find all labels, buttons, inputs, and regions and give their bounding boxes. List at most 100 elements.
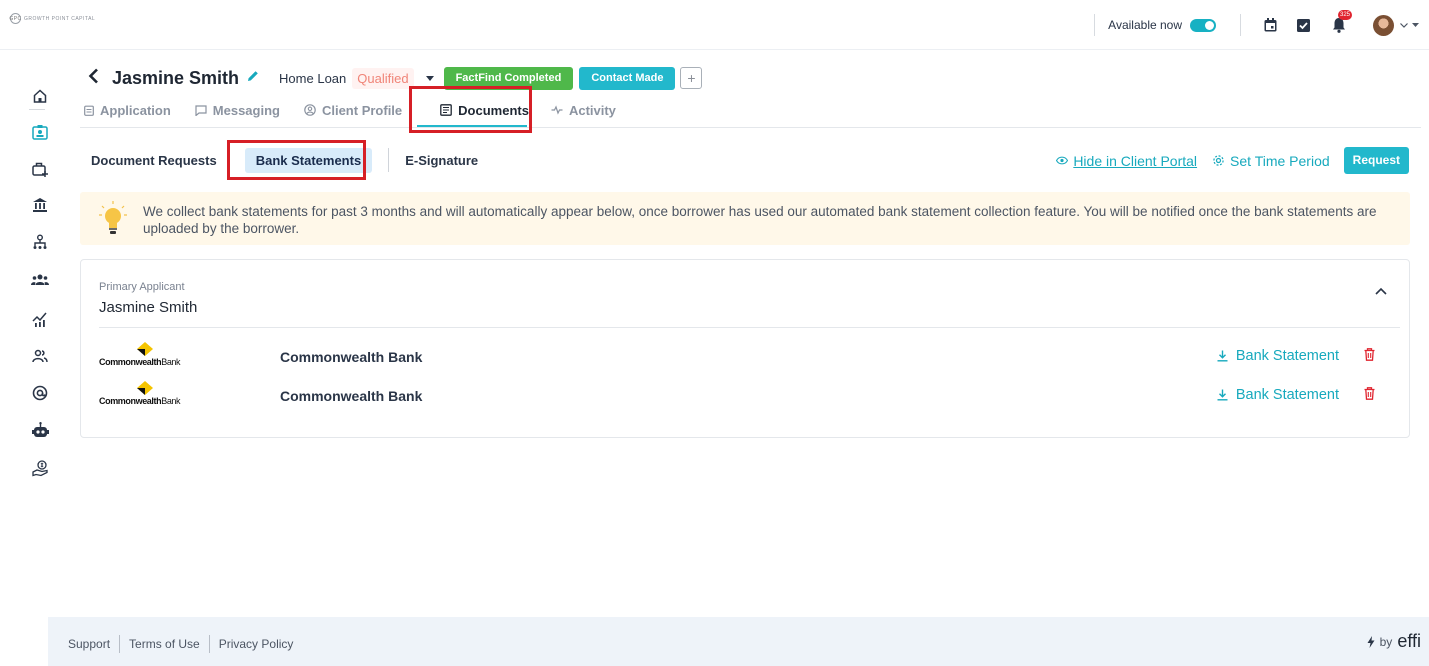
availability-label: Available now <box>1108 18 1182 32</box>
logo-text: GROWTH POINT CAPITAL <box>24 15 96 22</box>
bank-name: Commonwealth Bank <box>280 349 423 365</box>
set-time-period-link[interactable]: Set Time Period <box>1212 153 1330 169</box>
bank-logo-suffix: Bank <box>161 396 181 406</box>
profile-icon <box>304 104 316 116</box>
info-banner: We collect bank statements for past 3 mo… <box>80 192 1410 245</box>
bank-name: Commonwealth Bank <box>280 388 423 404</box>
download-icon <box>1217 350 1228 362</box>
download-bank-statement-link[interactable]: Bank Statement <box>1217 387 1339 403</box>
footer-divider <box>119 635 121 653</box>
tab-client-profile[interactable]: Client Profile <box>304 100 402 120</box>
logo-mark: GPC <box>9 13 21 24</box>
notification-count-badge: 325 <box>1338 10 1353 20</box>
subtab-e-signature[interactable]: E-Signature <box>405 153 478 168</box>
divider <box>1240 14 1241 36</box>
toggle-switch[interactable] <box>1190 18 1216 32</box>
calendar-icon[interactable] <box>1263 18 1277 32</box>
robot-icon[interactable] <box>31 421 49 439</box>
users-icon[interactable] <box>31 347 49 365</box>
powered-by: by effi <box>1367 631 1421 652</box>
divider <box>1094 14 1096 36</box>
lightbulb-icon <box>99 201 127 234</box>
message-icon <box>195 104 207 116</box>
highlight-box-bank-statements <box>227 140 366 180</box>
client-name: Jasmine Smith <box>112 67 240 88</box>
user-avatar[interactable] <box>1373 14 1394 36</box>
delete-trash-icon[interactable] <box>1364 387 1375 405</box>
download-label: Bank Statement <box>1235 387 1339 403</box>
lightning-icon <box>1367 635 1375 648</box>
activity-icon <box>551 105 563 115</box>
card-divider <box>99 327 1400 328</box>
edit-pencil-icon[interactable] <box>247 69 259 87</box>
applicant-name: Jasmine Smith <box>99 299 198 316</box>
bank-statement-row: CommonwealthBank Commonwealth Bank Bank … <box>99 381 1399 409</box>
subtab-divider <box>388 148 390 172</box>
terms-link[interactable]: Terms of Use <box>129 637 200 651</box>
sidebar <box>0 50 68 666</box>
applicant-role-label: Primary Applicant <box>99 281 185 293</box>
bank-statement-actions: Hide in Client Portal Set Time Period Re… <box>1056 147 1409 174</box>
footer: Support Terms of Use Privacy Policy by e… <box>48 617 1429 666</box>
effi-brand: effi <box>1397 631 1421 651</box>
organization-icon[interactable] <box>31 233 49 251</box>
main-tabs: Application Messaging Client Profile Doc… <box>84 100 640 128</box>
tab-application[interactable]: Application <box>84 100 171 120</box>
subtab-document-requests[interactable]: Document Requests <box>91 153 217 168</box>
banner-text: We collect bank statements for past 3 mo… <box>143 204 1377 236</box>
tab-client-profile-label: Client Profile <box>321 102 403 118</box>
tab-messaging[interactable]: Messaging <box>195 100 280 120</box>
client-card-icon[interactable] <box>31 123 49 141</box>
bank-icon[interactable] <box>31 196 49 214</box>
tab-application-label: Application <box>100 102 171 118</box>
status-badge[interactable]: Qualified <box>352 67 414 89</box>
task-check-icon[interactable] <box>1296 18 1310 32</box>
user-menu-chevron-icon[interactable] <box>1400 22 1419 28</box>
clipboard-icon <box>84 105 94 116</box>
set-time-period-label: Set Time Period <box>1230 152 1330 169</box>
tab-messaging-label: Messaging <box>212 102 280 118</box>
download-label: Bank Statement <box>1235 348 1339 364</box>
home-icon[interactable] <box>31 87 49 105</box>
highlight-box-documents-tab <box>409 86 532 133</box>
hide-in-portal-link[interactable]: Hide in Client Portal <box>1056 153 1197 169</box>
team-icon[interactable] <box>31 271 49 289</box>
bank-statement-row: CommonwealthBank Commonwealth Bank Bank … <box>99 342 1399 370</box>
collapse-chevron-up-icon[interactable] <box>1375 282 1387 300</box>
support-link[interactable]: Support <box>68 637 110 651</box>
download-icon <box>1217 389 1228 401</box>
powered-by-label: by <box>1379 634 1393 649</box>
download-bank-statement-link[interactable]: Bank Statement <box>1217 348 1339 364</box>
commonwealth-bank-logo: CommonwealthBank <box>99 342 199 368</box>
availability-toggle[interactable]: Available now <box>1108 18 1216 32</box>
analytics-icon[interactable] <box>31 310 49 328</box>
contact-made-tag[interactable]: Contact Made <box>579 66 676 90</box>
status-dropdown-caret-icon[interactable] <box>425 75 434 81</box>
briefcase-add-icon[interactable] <box>31 160 49 178</box>
applicant-card: Primary Applicant Jasmine Smith Commonwe… <box>80 259 1410 438</box>
top-bar: GPC GROWTH POINT CAPITAL Available now 3… <box>0 0 1429 50</box>
commonwealth-bank-logo: CommonwealthBank <box>99 381 199 407</box>
email-at-icon[interactable] <box>31 384 49 402</box>
tabs-divider <box>80 127 1421 128</box>
add-tag-button[interactable]: + <box>680 67 703 89</box>
footer-divider <box>208 635 210 653</box>
notification-bell-icon[interactable]: 325 <box>1332 10 1353 33</box>
tab-activity[interactable]: Activity <box>551 100 616 120</box>
sidebar-divider <box>29 109 45 110</box>
client-header: Jasmine Smith Home Loan Qualified FactFi… <box>88 62 703 94</box>
bank-logo-suffix: Bank <box>161 357 181 367</box>
bank-logo-word: Commonwealth <box>99 396 162 406</box>
privacy-link[interactable]: Privacy Policy <box>219 637 294 651</box>
hide-in-portal-label: Hide in Client Portal <box>1073 152 1198 169</box>
request-button[interactable]: Request <box>1343 147 1409 174</box>
tab-activity-label: Activity <box>568 102 616 118</box>
eye-icon <box>1056 156 1069 165</box>
company-logo[interactable]: GPC GROWTH POINT CAPITAL <box>9 13 96 24</box>
money-hand-icon[interactable] <box>31 459 49 477</box>
gear-icon <box>1213 155 1224 166</box>
bank-logo-word: Commonwealth <box>99 357 162 367</box>
delete-trash-icon[interactable] <box>1364 348 1375 366</box>
back-chevron-icon[interactable] <box>88 67 99 90</box>
loan-type: Home Loan <box>279 70 347 86</box>
